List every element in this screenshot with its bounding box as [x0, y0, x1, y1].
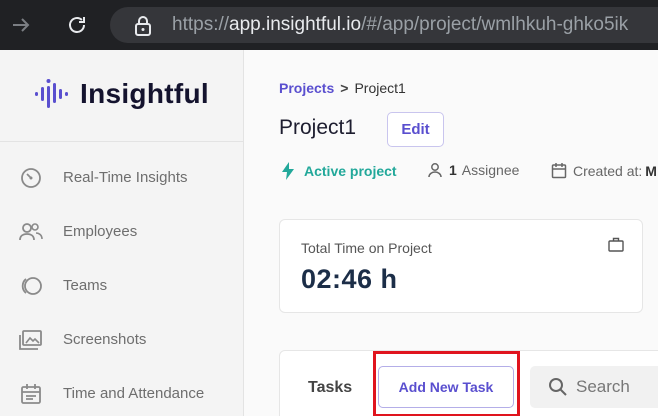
total-time-value: 02:46 h	[301, 264, 398, 294]
url-path: /#/app/project/wmlhkuh-ghko5ik	[361, 14, 629, 35]
sidebar-item-employees[interactable]: Employees	[0, 212, 243, 252]
sidebar-item-label: Teams	[63, 277, 108, 294]
add-new-task-button[interactable]: Add New Task	[378, 366, 514, 408]
assignee-info[interactable]: 1 Assignee	[427, 162, 519, 178]
insightful-logo-icon	[35, 79, 68, 108]
search-input[interactable]	[576, 377, 658, 397]
forward-button[interactable]	[6, 10, 36, 40]
breadcrumb-projects-link[interactable]: Projects	[279, 80, 334, 96]
sidebar-item-real-time-insights[interactable]: Real-Time Insights	[0, 158, 243, 198]
created-info: Created at: M	[551, 162, 657, 179]
total-time-card: Total Time on Project 02:46 h	[279, 219, 643, 313]
browser-toolbar: https://app.insightful.io/#/app/project/…	[0, 0, 658, 50]
briefcase-icon	[608, 237, 624, 252]
sidebar-item-teams[interactable]: Teams	[0, 266, 243, 306]
url-host: app.insightful.io	[229, 14, 362, 35]
sidebar-item-time-and-attendance[interactable]: Time and Attendance	[0, 374, 243, 414]
tasks-panel: Tasks Add New Task	[279, 350, 658, 416]
total-time-label: Total Time on Project	[301, 240, 432, 256]
reload-button[interactable]	[62, 10, 92, 40]
sidebar-item-label: Time and Attendance	[63, 385, 205, 402]
speedometer-icon	[18, 165, 44, 191]
task-search[interactable]	[530, 366, 658, 408]
page-title: Project1	[279, 116, 357, 139]
assignee-label: Assignee	[461, 162, 520, 178]
created-value: M	[645, 162, 657, 179]
breadcrumb-separator: >	[340, 80, 349, 96]
tab-tasks[interactable]: Tasks	[308, 379, 352, 397]
created-label: Created at:	[573, 162, 643, 179]
arrow-right-icon	[13, 18, 30, 32]
sidebar-item-screenshots[interactable]: Screenshots	[0, 320, 243, 360]
breadcrumb-current: Project1	[354, 80, 406, 96]
project-status: Active project	[281, 162, 397, 180]
breadcrumb: Projects > Project1	[279, 80, 406, 96]
address-bar[interactable]: https://app.insightful.io/#/app/project/…	[110, 7, 658, 43]
logo[interactable]: Insightful	[34, 78, 209, 110]
assignee-count: 1	[449, 162, 457, 178]
calendar-small-icon	[551, 163, 567, 179]
edit-button[interactable]: Edit	[387, 112, 444, 147]
teams-icon	[18, 273, 44, 299]
status-text: Active project	[304, 163, 397, 179]
people-icon	[18, 219, 44, 245]
main-content: Projects > Project1 Project1 Edit Active p…	[244, 50, 658, 416]
sidebar: Insightful Real-Time Insights Employees …	[0, 50, 244, 416]
screenshots-icon	[18, 327, 44, 353]
search-icon	[549, 378, 567, 396]
sidebar-item-label: Real-Time Insights	[63, 169, 188, 186]
sidebar-divider	[0, 141, 244, 142]
sidebar-item-label: Employees	[63, 223, 138, 240]
reload-icon	[69, 17, 85, 33]
logo-text: Insightful	[80, 78, 209, 109]
sidebar-item-label: Screenshots	[63, 331, 147, 348]
lightning-icon	[282, 162, 294, 180]
calendar-icon	[18, 381, 44, 407]
person-icon	[428, 163, 442, 178]
lock-icon	[135, 16, 151, 36]
url-text: https://app.insightful.io/#/app/project/…	[172, 14, 628, 36]
url-scheme: https://	[172, 14, 230, 35]
